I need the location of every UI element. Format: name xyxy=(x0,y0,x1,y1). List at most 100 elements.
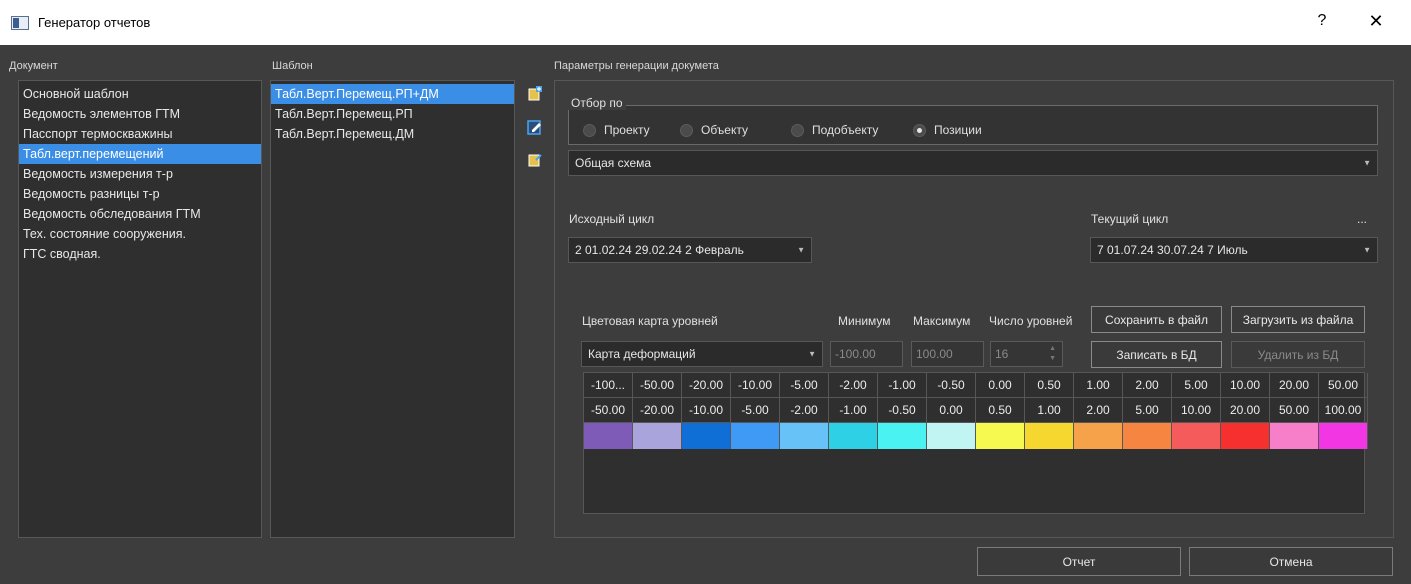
level-color-swatch[interactable] xyxy=(1270,423,1319,449)
level-from-cell[interactable]: 50.00 xyxy=(1319,373,1368,398)
levels-count-spinbox[interactable]: 16 ▲ ▼ xyxy=(990,341,1063,367)
level-column: 0.50 1.00 xyxy=(1025,373,1074,449)
title-bar: Генератор отчетов ? ✕ xyxy=(0,0,1411,45)
levels-count-value: 16 xyxy=(995,347,1009,361)
level-from-cell[interactable]: -20.00 xyxy=(682,373,731,398)
level-to-cell[interactable]: 1.00 xyxy=(1025,398,1074,423)
document-list[interactable]: Основной шаблон Ведомость элементов ГТМ Па… xyxy=(18,80,262,538)
level-to-cell[interactable]: 100.00 xyxy=(1319,398,1368,423)
list-item[interactable]: Основной шаблон xyxy=(19,84,261,104)
level-column: -0.50 0.00 xyxy=(927,373,976,449)
level-to-cell[interactable]: -2.00 xyxy=(780,398,829,423)
radio-object[interactable]: Объекту xyxy=(680,123,748,137)
list-item[interactable]: Табл.Верт.Перемещ.РП xyxy=(271,104,514,124)
report-button[interactable]: Отчет xyxy=(977,547,1181,576)
radio-position[interactable]: Позиции xyxy=(913,123,982,137)
radio-label: Подобъекту xyxy=(812,123,879,137)
list-item[interactable]: Табл.Верт.Перемещ.РП+ДМ xyxy=(271,84,514,104)
level-to-cell[interactable]: -20.00 xyxy=(633,398,682,423)
list-item[interactable]: Ведомость разницы т-р xyxy=(19,184,261,204)
level-to-cell[interactable]: 0.00 xyxy=(927,398,976,423)
level-color-swatch[interactable] xyxy=(1172,423,1221,449)
level-to-cell[interactable]: -1.00 xyxy=(829,398,878,423)
list-item[interactable]: Ведомость измерения т-р xyxy=(19,164,261,184)
list-item[interactable]: Табл.Верт.Перемещ.ДМ xyxy=(271,124,514,144)
level-to-cell[interactable]: -5.00 xyxy=(731,398,780,423)
level-from-cell[interactable]: -1.00 xyxy=(878,373,927,398)
load-from-file-button[interactable]: Загрузить из файла xyxy=(1231,306,1365,333)
level-from-cell[interactable]: 5.00 xyxy=(1172,373,1221,398)
level-to-cell[interactable]: 50.00 xyxy=(1270,398,1319,423)
level-from-cell[interactable]: -2.00 xyxy=(829,373,878,398)
level-color-swatch[interactable] xyxy=(633,423,682,449)
level-column: 50.00 100.00 xyxy=(1319,373,1368,449)
levels-table[interactable]: -100... -50.00 -50.00 -20.00 -20.00 -10.00 -10… xyxy=(583,372,1368,514)
level-color-swatch[interactable] xyxy=(1123,423,1172,449)
level-color-swatch[interactable] xyxy=(976,423,1025,449)
level-color-swatch[interactable] xyxy=(927,423,976,449)
list-item[interactable]: ГТС сводная. xyxy=(19,244,261,264)
chevron-down-icon: ▼ xyxy=(1363,245,1371,255)
level-from-cell[interactable]: -10.00 xyxy=(731,373,780,398)
cancel-button[interactable]: Отмена xyxy=(1189,547,1393,576)
write-to-db-button[interactable]: Записать в БД xyxy=(1091,341,1222,368)
level-from-cell[interactable]: 1.00 xyxy=(1074,373,1123,398)
level-from-cell[interactable]: 20.00 xyxy=(1270,373,1319,398)
level-color-swatch[interactable] xyxy=(682,423,731,449)
save-to-file-button[interactable]: Сохранить в файл xyxy=(1091,306,1222,333)
level-to-cell[interactable]: -10.00 xyxy=(682,398,731,423)
max-input[interactable]: 100.00 xyxy=(911,341,984,367)
level-color-swatch[interactable] xyxy=(731,423,780,449)
list-item[interactable]: Ведомость элементов ГТМ xyxy=(19,104,261,124)
level-column: 0.00 0.50 xyxy=(976,373,1025,449)
level-color-swatch[interactable] xyxy=(1319,423,1368,449)
radio-project[interactable]: Проекту xyxy=(583,123,650,137)
edit-template-icon[interactable] xyxy=(527,119,543,135)
list-item[interactable]: Пасспорт термоскважины xyxy=(19,124,261,144)
level-color-swatch[interactable] xyxy=(1221,423,1270,449)
level-column: 1.00 2.00 xyxy=(1074,373,1123,449)
level-from-cell[interactable]: 2.00 xyxy=(1123,373,1172,398)
level-color-swatch[interactable] xyxy=(829,423,878,449)
close-button[interactable]: ✕ xyxy=(1364,11,1388,35)
level-from-cell[interactable]: 0.50 xyxy=(1025,373,1074,398)
level-to-cell[interactable]: -0.50 xyxy=(878,398,927,423)
radio-subobject[interactable]: Подобъекту xyxy=(791,123,878,137)
list-item[interactable]: Тех. состояние сооружения. xyxy=(19,224,261,244)
more-button[interactable]: ... xyxy=(1357,212,1367,226)
level-to-cell[interactable]: 2.00 xyxy=(1074,398,1123,423)
scheme-select[interactable]: Общая схема ▼ xyxy=(568,150,1378,176)
source-cycle-select[interactable]: 2 01.02.24 29.02.24 2 Февраль ▼ xyxy=(568,237,812,263)
level-column: -2.00 -1.00 xyxy=(829,373,878,449)
copy-template-icon[interactable] xyxy=(527,151,543,167)
level-column: -100... -50.00 xyxy=(584,373,633,449)
level-from-cell[interactable]: -5.00 xyxy=(780,373,829,398)
help-button[interactable]: ? xyxy=(1312,12,1332,34)
level-color-swatch[interactable] xyxy=(780,423,829,449)
level-to-cell[interactable]: 20.00 xyxy=(1221,398,1270,423)
level-from-cell[interactable]: -50.00 xyxy=(633,373,682,398)
level-to-cell[interactable]: 10.00 xyxy=(1172,398,1221,423)
level-to-cell[interactable]: -50.00 xyxy=(584,398,633,423)
current-cycle-select[interactable]: 7 01.07.24 30.07.24 7 Июль ▼ xyxy=(1090,237,1378,263)
current-cycle-value: 7 01.07.24 30.07.24 7 Июль xyxy=(1097,243,1248,257)
level-color-swatch[interactable] xyxy=(584,423,633,449)
level-to-cell[interactable]: 0.50 xyxy=(976,398,1025,423)
level-color-swatch[interactable] xyxy=(878,423,927,449)
level-from-cell[interactable]: -0.50 xyxy=(927,373,976,398)
add-template-icon[interactable] xyxy=(527,85,543,101)
colormap-select[interactable]: Карта деформаций ▼ xyxy=(581,341,823,367)
level-color-swatch[interactable] xyxy=(1025,423,1074,449)
chevron-down-icon: ▼ xyxy=(808,349,816,359)
level-column: -5.00 -2.00 xyxy=(780,373,829,449)
delete-from-db-button[interactable]: Удалить из БД xyxy=(1231,341,1365,368)
level-from-cell[interactable]: -100... xyxy=(584,373,633,398)
level-color-swatch[interactable] xyxy=(1074,423,1123,449)
list-item[interactable]: Ведомость обследования ГТМ xyxy=(19,204,261,224)
level-to-cell[interactable]: 5.00 xyxy=(1123,398,1172,423)
level-from-cell[interactable]: 0.00 xyxy=(976,373,1025,398)
level-from-cell[interactable]: 10.00 xyxy=(1221,373,1270,398)
min-input[interactable]: -100.00 xyxy=(830,341,903,367)
template-list[interactable]: Табл.Верт.Перемещ.РП+ДМ Табл.Верт.Перемещ… xyxy=(270,80,515,538)
list-item[interactable]: Табл.верт.перемещений xyxy=(19,144,261,164)
